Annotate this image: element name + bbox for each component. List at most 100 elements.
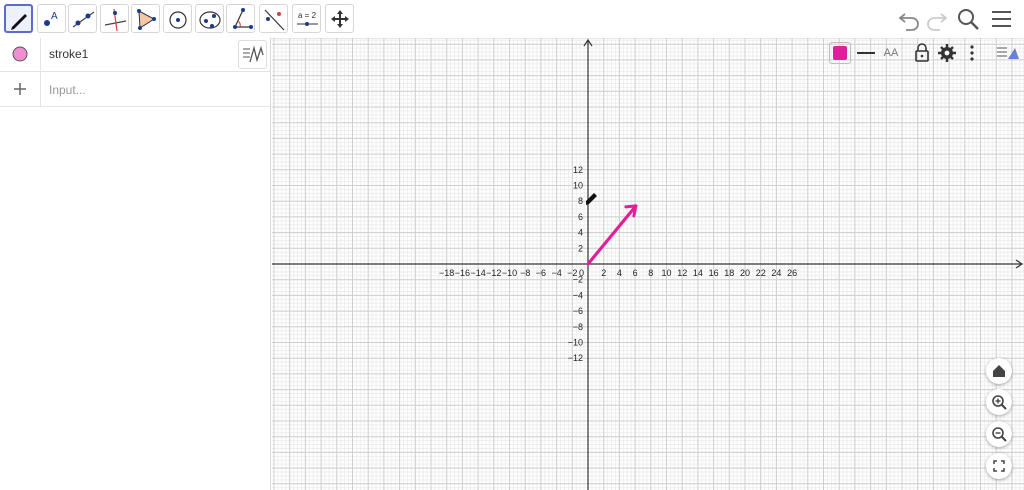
- home-button[interactable]: [986, 358, 1012, 384]
- undo-icon: [898, 13, 919, 31]
- y-tick-label: 2: [578, 243, 583, 253]
- algebra-view: stroke1 Input...: [0, 38, 271, 490]
- fullscreen-icon: [993, 460, 1005, 472]
- settings-button[interactable]: [937, 40, 957, 66]
- pen-tool[interactable]: [4, 4, 33, 33]
- line-style-icon: [857, 52, 875, 54]
- x-tick-label: 2: [601, 268, 606, 278]
- line-tool[interactable]: [68, 4, 97, 33]
- search-icon: [958, 9, 979, 30]
- y-tick-label: 8: [578, 196, 583, 206]
- lock-icon: [915, 43, 929, 62]
- algebra-view-options-button[interactable]: [238, 40, 267, 69]
- move-icon: [331, 10, 349, 28]
- visibility-toggle-icon: [12, 46, 28, 62]
- line-icon: [72, 11, 95, 28]
- perpendicular-tool[interactable]: [100, 4, 129, 33]
- lock-button[interactable]: [912, 40, 932, 66]
- y-tick-label: 12: [573, 165, 583, 175]
- x-tick-label: 8: [648, 268, 653, 278]
- algebra-style-icon: [243, 45, 264, 63]
- selected-color: [833, 46, 847, 60]
- gear-icon: [938, 44, 956, 62]
- redo-button[interactable]: [922, 6, 950, 32]
- y-tick-label: −8: [573, 322, 583, 332]
- x-tick-label: 26: [787, 268, 797, 278]
- x-tick-label: 24: [771, 268, 781, 278]
- x-tick-label: −16: [455, 268, 470, 278]
- reflect-tool[interactable]: [259, 4, 288, 33]
- graphics-view[interactable]: −18 −16 −14 −12 −10 −8 −6 −4 −2 0 2 4 6 8 10 12 14 16 18 20…: [272, 38, 1024, 490]
- home-icon: [993, 365, 1005, 377]
- ellipse-icon: [199, 11, 221, 29]
- x-tick-label: 12: [677, 268, 687, 278]
- color-swatch-button[interactable]: [829, 42, 851, 64]
- fullscreen-button[interactable]: [986, 453, 1012, 479]
- redo-icon: [927, 13, 948, 31]
- visibility-marker[interactable]: [0, 38, 41, 71]
- slider-icon: a = 2: [297, 11, 318, 26]
- x-tick-label: 18: [724, 268, 734, 278]
- algebra-item-stroke1[interactable]: stroke1: [0, 38, 270, 72]
- x-tick-label: −8: [520, 268, 530, 278]
- x-tick-label: 22: [756, 268, 766, 278]
- graphics-style-toggle[interactable]: [994, 40, 1020, 66]
- reflect-icon: [264, 9, 285, 31]
- x-tick-label: 10: [661, 268, 671, 278]
- polygon-tool[interactable]: [131, 4, 160, 33]
- x-tick-label: 6: [633, 268, 638, 278]
- x-tick-label: −10: [502, 268, 517, 278]
- x-tick-label: −12: [486, 268, 501, 278]
- x-tick-label: −6: [536, 268, 546, 278]
- conic-tool[interactable]: [195, 4, 224, 33]
- y-tick-label: −6: [573, 306, 583, 316]
- point-icon: A: [44, 11, 58, 26]
- algebra-input-field[interactable]: Input...: [49, 83, 86, 97]
- y-tick-label: 10: [573, 181, 583, 191]
- plus-icon: [14, 83, 26, 95]
- x-tick-label: −4: [551, 268, 561, 278]
- x-tick-label: 4: [617, 268, 622, 278]
- pencil-icon: [11, 14, 27, 30]
- undo-button[interactable]: [896, 6, 924, 32]
- algebra-item-label: stroke1: [49, 47, 89, 61]
- line-style-button[interactable]: [855, 40, 877, 66]
- move-graphics-tool[interactable]: [325, 4, 354, 33]
- add-item-marker[interactable]: [0, 72, 41, 106]
- x-tick-label: −18: [439, 268, 454, 278]
- circle-icon: [169, 11, 187, 29]
- main-menu-button[interactable]: [988, 6, 1016, 32]
- angle-icon: [233, 8, 253, 29]
- y-tick-label: 6: [578, 212, 583, 222]
- angle-tool[interactable]: [226, 4, 255, 33]
- coordinate-grid[interactable]: −18 −16 −14 −12 −10 −8 −6 −4 −2 0 2 4 6 8 10 12 14 16 18 20…: [272, 38, 1024, 490]
- toolbar: A a = 2: [0, 0, 1024, 39]
- x-tick-label: 20: [740, 268, 750, 278]
- y-tick-label: −12: [568, 353, 583, 363]
- zoom-in-button[interactable]: [986, 389, 1012, 415]
- slider-tool-label: a = 2: [298, 11, 317, 20]
- menu-icon: [992, 11, 1011, 27]
- more-vertical-icon: [970, 45, 974, 61]
- zoom-out-button[interactable]: [986, 421, 1012, 447]
- zoom-out-icon: [992, 427, 1007, 442]
- x-tick-label: −14: [470, 268, 485, 278]
- graphics-toggle-icon: [997, 47, 1019, 59]
- point-tool[interactable]: A: [37, 4, 66, 33]
- text-style-button[interactable]: AA: [880, 40, 902, 66]
- slider-tool[interactable]: a = 2: [292, 4, 321, 33]
- y-tick-label: 4: [578, 228, 583, 238]
- algebra-input-row[interactable]: Input...: [0, 72, 270, 107]
- y-tick-label: −10: [568, 338, 583, 348]
- polygon-icon: [137, 9, 156, 30]
- x-tick-label: 14: [693, 268, 703, 278]
- y-tick-label: −4: [573, 290, 583, 300]
- search-button[interactable]: [954, 6, 982, 32]
- circle-tool[interactable]: [163, 4, 192, 33]
- zoom-in-icon: [992, 395, 1007, 410]
- y-tick-label: −2: [573, 275, 583, 285]
- svg-text:A: A: [51, 11, 58, 22]
- x-tick-label: 16: [709, 268, 719, 278]
- more-options-button[interactable]: [964, 40, 980, 66]
- perpendicular-icon: [104, 8, 127, 32]
